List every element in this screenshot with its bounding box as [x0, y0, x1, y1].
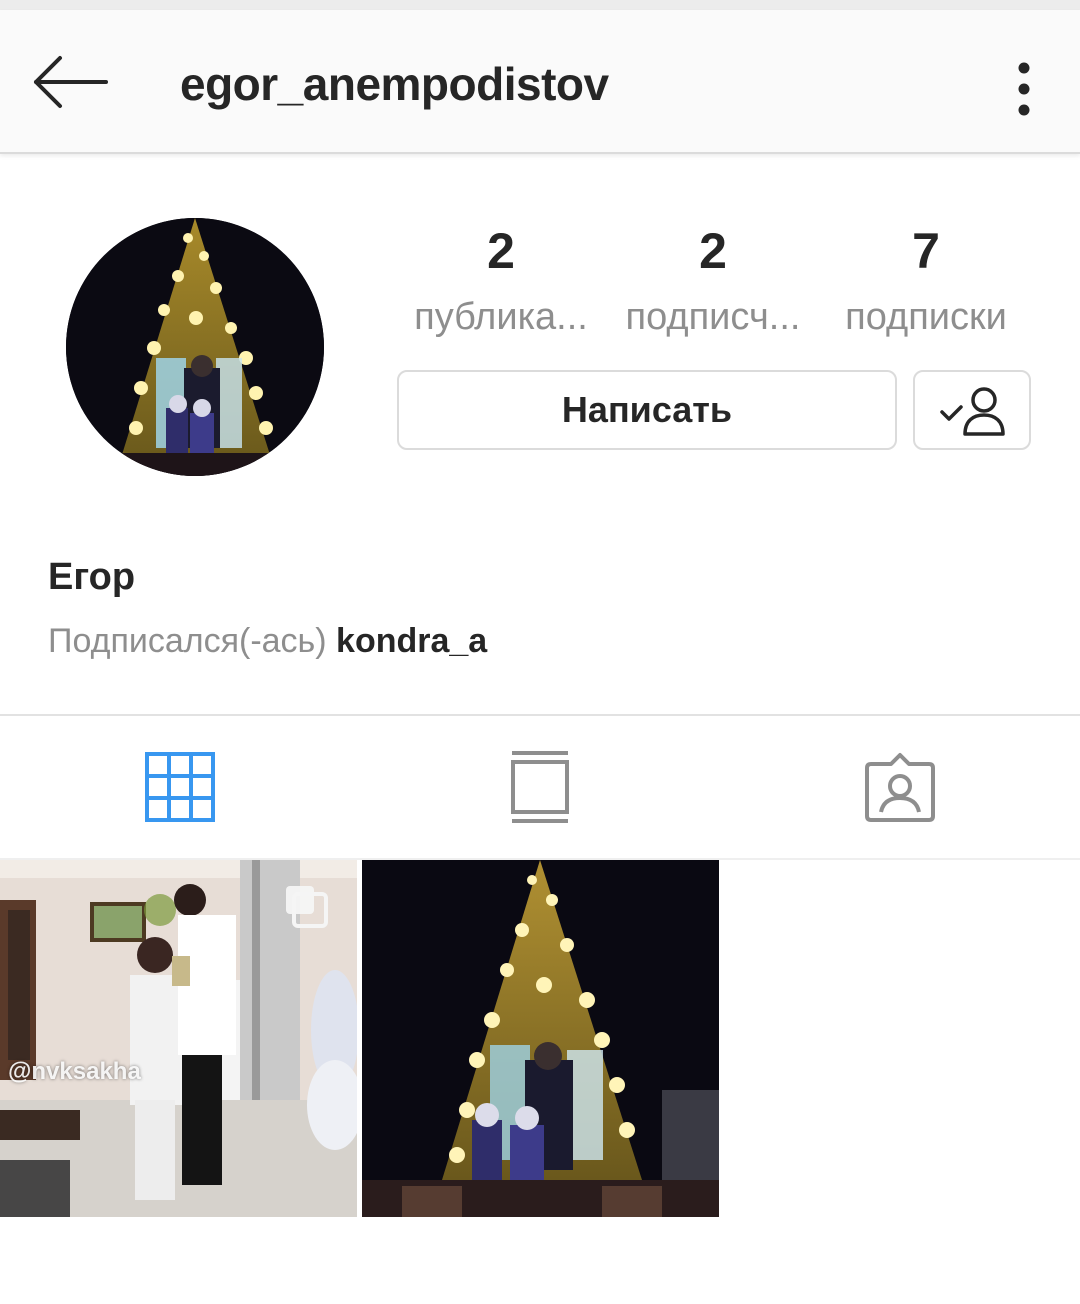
feed-icon: [511, 751, 569, 823]
stat-followers-label: подписч...: [625, 296, 801, 338]
message-button[interactable]: Написать: [397, 370, 897, 450]
followed-by-prefix: Подписался(-ась): [48, 622, 327, 660]
status-strip: [0, 0, 1080, 10]
post-image: [362, 860, 719, 1217]
message-button-label: Написать: [561, 389, 733, 430]
stat-followers[interactable]: 2 подписч...: [606, 220, 820, 342]
profile-tabs: [0, 716, 1080, 860]
tagged-person-icon: [865, 753, 935, 822]
person-check-icon: [940, 387, 1005, 436]
options-menu-button[interactable]: [1006, 54, 1042, 124]
post-watermark: @nvksakha: [8, 1058, 141, 1085]
profile-username: egor_anempodistov: [180, 58, 609, 110]
more-vertical-icon: [1018, 62, 1030, 116]
back-button[interactable]: [30, 52, 110, 112]
tab-grid[interactable]: [0, 716, 360, 858]
stat-posts-label: публика...: [414, 296, 588, 338]
profile-full-name: Егор: [48, 556, 136, 598]
post-image: [0, 860, 357, 1217]
stat-posts-count: 2: [487, 223, 515, 279]
stat-following[interactable]: 7 подписки: [826, 220, 1026, 342]
post-thumbnail-2[interactable]: [362, 860, 719, 1217]
stat-posts[interactable]: 2 публика...: [396, 220, 606, 342]
post-thumbnail-1[interactable]: [0, 860, 357, 1217]
top-bar: egor_anempodistov: [0, 10, 1080, 154]
following-button[interactable]: [913, 370, 1031, 450]
followed-by-line: Подписался(-ась) kondra_a: [48, 622, 487, 661]
stat-following-label: подписки: [845, 296, 1007, 338]
stat-following-count: 7: [912, 223, 940, 279]
tab-tagged[interactable]: [720, 716, 1080, 858]
profile-avatar[interactable]: [66, 218, 324, 476]
arrow-left-icon: [34, 56, 108, 108]
avatar-image: [66, 218, 324, 476]
tab-feed[interactable]: [360, 716, 720, 858]
followed-by-username[interactable]: kondra_a: [336, 622, 487, 660]
grid-icon: [145, 752, 215, 822]
stat-followers-count: 2: [699, 223, 727, 279]
